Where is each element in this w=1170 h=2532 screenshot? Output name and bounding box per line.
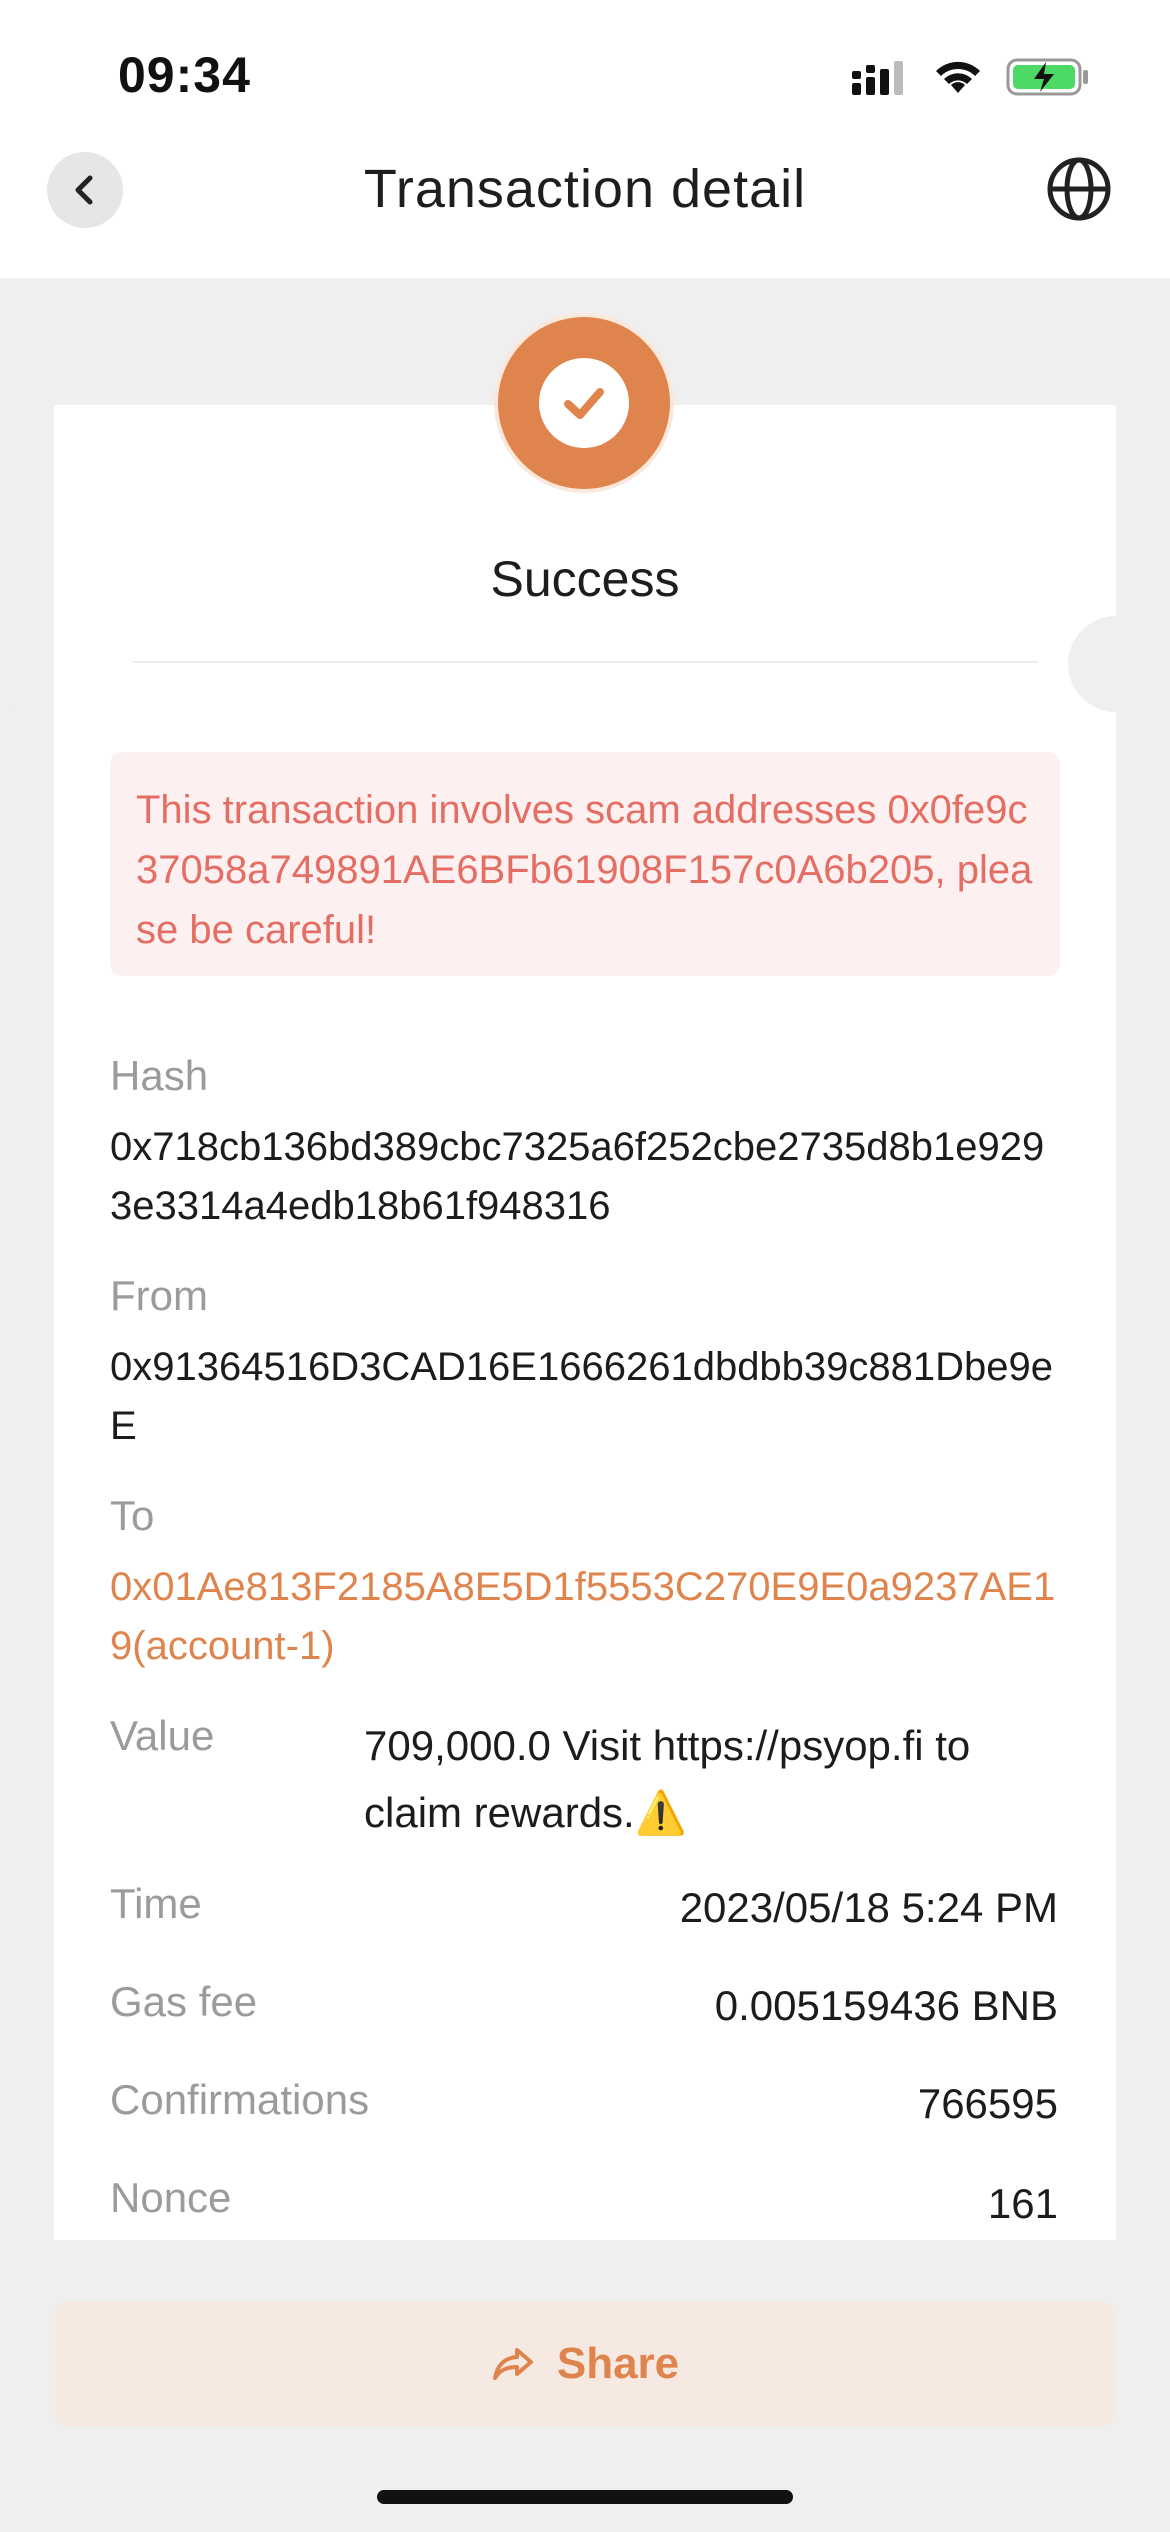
hash-value[interactable]: 0x718cb136bd389cbc7325a6f252cbe2735d8b1e… <box>110 1118 1060 1236</box>
from-label: From <box>110 1272 208 1319</box>
wifi-icon <box>936 61 980 93</box>
value-amount: 709,000.0 Visit https://psyop.fi to clai… <box>364 1722 971 1836</box>
confirmations-value: 766595 <box>917 2080 1058 2127</box>
scam-warning-banner: This transaction involves scam addresses… <box>110 752 1060 976</box>
transaction-card <box>54 405 1116 2240</box>
status-time: 09:34 <box>118 47 251 103</box>
confirmations-label: Confirmations <box>110 2076 370 2123</box>
success-icon-badge <box>494 313 674 493</box>
globe-icon <box>1047 157 1111 221</box>
ticket-notch-left <box>0 616 48 712</box>
battery-charging-icon <box>1006 58 1088 96</box>
divider <box>132 661 1038 663</box>
to-label: To <box>110 1492 155 1539</box>
hash-label: Hash <box>110 1052 209 1099</box>
from-address[interactable]: 0x91364516D3CAD16E1666261dbdbb39c881Dbe9… <box>110 1338 1060 1456</box>
signal-icon <box>852 61 903 95</box>
share-label: Share <box>556 2339 680 2388</box>
time-label: Time <box>110 1880 202 1927</box>
status-icons <box>850 52 1090 102</box>
to-address[interactable]: 0x01Ae813F2185A8E5D1f5553C270E9E0a9237AE… <box>110 1558 1060 1676</box>
page-title: Transaction detail <box>363 159 807 219</box>
share-arrow-icon <box>492 2348 533 2380</box>
scam-warning-text: This transaction involves scam addresses… <box>136 788 1033 952</box>
nonce-value: 161 <box>987 2180 1058 2227</box>
gas-fee-value: 0.005159436 BNB <box>714 1982 1058 2029</box>
checkmark-icon <box>564 388 604 419</box>
share-button[interactable]: Share <box>55 2302 1115 2426</box>
nonce-label: Nonce <box>110 2174 232 2221</box>
home-indicator <box>377 2490 793 2504</box>
globe-button[interactable] <box>1045 155 1113 223</box>
value-label: Value <box>110 1712 215 1759</box>
status-label: Success <box>490 551 680 607</box>
gas-fee-label: Gas fee <box>110 1978 258 2025</box>
time-value: 2023/05/18 5:24 PM <box>679 1884 1058 1931</box>
